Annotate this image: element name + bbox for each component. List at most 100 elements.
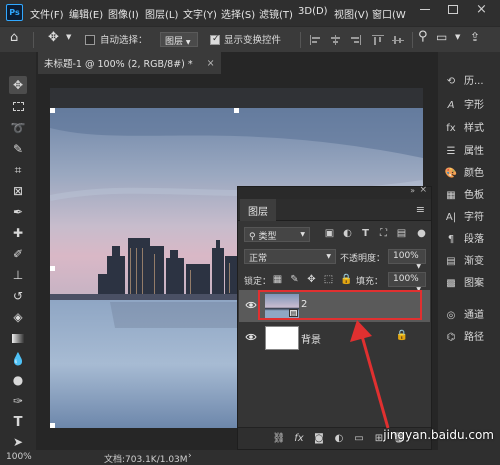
show-transform-checkbox[interactable] — [210, 34, 220, 45]
options-bar: ⌂ ✥ ▼ 自动选择： 图层 ▼ 显示变换控件 ⚲ ▭ ▼ ⇪ — [0, 26, 500, 52]
type-tool-icon[interactable]: T — [9, 413, 27, 431]
gradient-tool-icon[interactable] — [9, 329, 27, 347]
panel-color[interactable]: 🎨 颜色 — [444, 164, 498, 182]
lock-all-icon[interactable]: 🔒 — [340, 274, 352, 285]
dodge-tool-icon[interactable]: ● — [9, 371, 27, 389]
panel-channels[interactable]: ◎ 通道 — [444, 306, 498, 324]
layers-tab[interactable]: 图层 — [240, 199, 276, 221]
panel-pattern[interactable]: ▩ 图案 — [444, 274, 498, 292]
history-brush-icon[interactable]: ↺ — [9, 287, 27, 305]
layer-filter-row: ⚲ 类型 ▼ ▣ ◐ T ⛶ ▤ ● — [242, 225, 427, 245]
filter-adjustment-icon[interactable]: ◐ — [342, 228, 353, 239]
lasso-tool-icon[interactable]: ➰ — [9, 119, 27, 137]
move-tool-icon[interactable]: ✥ — [9, 76, 27, 94]
lock-image-icon[interactable]: ✎ — [289, 274, 300, 285]
menu-type[interactable]: 文字(Y) — [183, 6, 217, 21]
menu-image[interactable]: 图像(I) — [108, 6, 139, 21]
panel-label: 段落 — [464, 234, 484, 245]
menu-view[interactable]: 视图(V) — [334, 6, 369, 21]
zoom-level[interactable]: 100% — [6, 452, 32, 462]
panel-styles[interactable]: fx 样式 — [444, 119, 498, 137]
filter-toggle-icon[interactable]: ● — [416, 228, 427, 239]
panel-paragraph[interactable]: ¶ 段落 — [444, 230, 498, 248]
lock-transparent-icon[interactable]: ▦ — [272, 274, 283, 285]
visibility-eye-icon[interactable] — [245, 331, 257, 343]
healing-brush-icon[interactable]: ✚ — [9, 224, 27, 242]
panel-paths[interactable]: ⌬ 路径 — [444, 328, 498, 346]
menu-layer[interactable]: 图层(L) — [145, 6, 178, 21]
opacity-value: 100% — [393, 251, 419, 261]
menu-3d[interactable]: 3D(D) — [298, 6, 328, 17]
path-select-tool-icon[interactable]: ➤ — [9, 433, 27, 451]
divider — [33, 32, 34, 48]
share-icon[interactable]: ⇪ — [470, 30, 480, 44]
close-panel-icon[interactable]: × — [419, 185, 427, 195]
filter-pixel-icon[interactable]: ▣ — [324, 228, 335, 239]
opacity-input[interactable]: 100% ▼ — [388, 249, 426, 270]
panel-character[interactable]: A| 字符 — [444, 208, 498, 226]
menu-select[interactable]: 选择(S) — [221, 6, 255, 21]
filter-type-icon[interactable]: T — [360, 228, 371, 239]
menu-edit[interactable]: 编辑(E) — [69, 6, 103, 21]
fill-input[interactable]: 100%▼ — [388, 272, 426, 293]
layer-row-background[interactable]: 背景 🔒 — [239, 322, 430, 354]
blend-mode-dropdown[interactable]: 正常 ▼ — [244, 249, 336, 264]
new-group-icon[interactable]: ▭ — [352, 432, 366, 446]
blur-tool-icon[interactable]: 💧 — [9, 350, 27, 368]
align-middle-icon[interactable] — [392, 35, 404, 45]
align-right-icon[interactable] — [350, 35, 362, 45]
frame-tool-icon[interactable]: ⊠ — [9, 182, 27, 200]
lock-artboard-icon[interactable]: ⬚ — [323, 274, 334, 285]
workspace-icon[interactable]: ▭ — [436, 30, 447, 44]
chevron-down-icon[interactable]: ▼ — [66, 33, 71, 41]
menu-filter[interactable]: 滤镜(T) — [259, 6, 293, 21]
close-tab-icon[interactable]: × — [207, 58, 215, 69]
align-top-icon[interactable] — [372, 35, 384, 45]
marquee-tool-icon[interactable] — [9, 97, 27, 115]
panel-gradient[interactable]: ▤ 渐变 — [444, 252, 498, 270]
filter-kind-dropdown[interactable]: ⚲ 类型 ▼ — [244, 227, 310, 242]
clone-stamp-icon[interactable]: ⊥ — [9, 266, 27, 284]
auto-select-target-dropdown[interactable]: 图层 ▼ — [160, 32, 198, 47]
collapse-icon[interactable]: » — [410, 186, 415, 195]
transform-handle[interactable] — [50, 266, 55, 271]
visibility-eye-icon[interactable] — [245, 299, 257, 311]
minimize-icon[interactable] — [420, 9, 430, 10]
move-tool-icon[interactable]: ✥ — [48, 30, 59, 45]
adjustment-layer-icon[interactable]: ◐ — [332, 432, 346, 446]
align-left-icon[interactable] — [310, 35, 322, 45]
maximize-icon[interactable] — [448, 5, 458, 14]
document-tab[interactable]: 未标题-1 @ 100% (2, RGB/8#) * × — [38, 52, 221, 74]
fx-icon[interactable]: fx — [292, 432, 306, 446]
lock-position-icon[interactable]: ✥ — [306, 274, 317, 285]
chevron-down-icon[interactable]: ▼ — [455, 33, 460, 41]
panel-properties[interactable]: ☰ 属性 — [444, 142, 498, 160]
panel-glyphs[interactable]: A 字形 — [444, 96, 498, 114]
add-mask-icon[interactable]: ◙ — [312, 432, 326, 446]
show-transform-label: 显示变换控件 — [224, 35, 282, 46]
close-window-icon[interactable]: × — [476, 2, 487, 17]
transform-handle[interactable] — [50, 423, 55, 428]
auto-select-checkbox[interactable] — [85, 35, 95, 45]
panel-history[interactable]: ⟲ 历... — [444, 72, 498, 90]
eraser-tool-icon[interactable]: ◈ — [9, 308, 27, 326]
menu-file[interactable]: 文件(F) — [30, 6, 64, 21]
panel-menu-icon[interactable]: ≡ — [416, 203, 425, 216]
chevron-right-icon[interactable]: › — [188, 451, 192, 461]
link-layers-icon[interactable]: ⛓ — [272, 432, 286, 446]
crop-tool-icon[interactable]: ⌗ — [9, 161, 27, 179]
quick-select-tool-icon[interactable]: ✎ — [9, 140, 27, 158]
eyedropper-tool-icon[interactable]: ✒ — [9, 203, 27, 221]
transform-handle[interactable] — [50, 108, 55, 113]
panel-swatches[interactable]: ▦ 色板 — [444, 186, 498, 204]
align-center-icon[interactable] — [330, 35, 342, 45]
brush-tool-icon[interactable]: ✐ — [9, 245, 27, 263]
menu-window[interactable]: 窗口(W — [372, 6, 406, 21]
panel-label: 颜色 — [464, 168, 484, 179]
transform-handle[interactable] — [234, 108, 239, 113]
home-icon[interactable]: ⌂ — [10, 30, 18, 45]
filter-shape-icon[interactable]: ⛶ — [378, 228, 389, 239]
pen-tool-icon[interactable]: ✑ — [9, 392, 27, 410]
filter-smart-object-icon[interactable]: ▤ — [396, 228, 407, 239]
search-icon[interactable]: ⚲ — [418, 29, 428, 44]
